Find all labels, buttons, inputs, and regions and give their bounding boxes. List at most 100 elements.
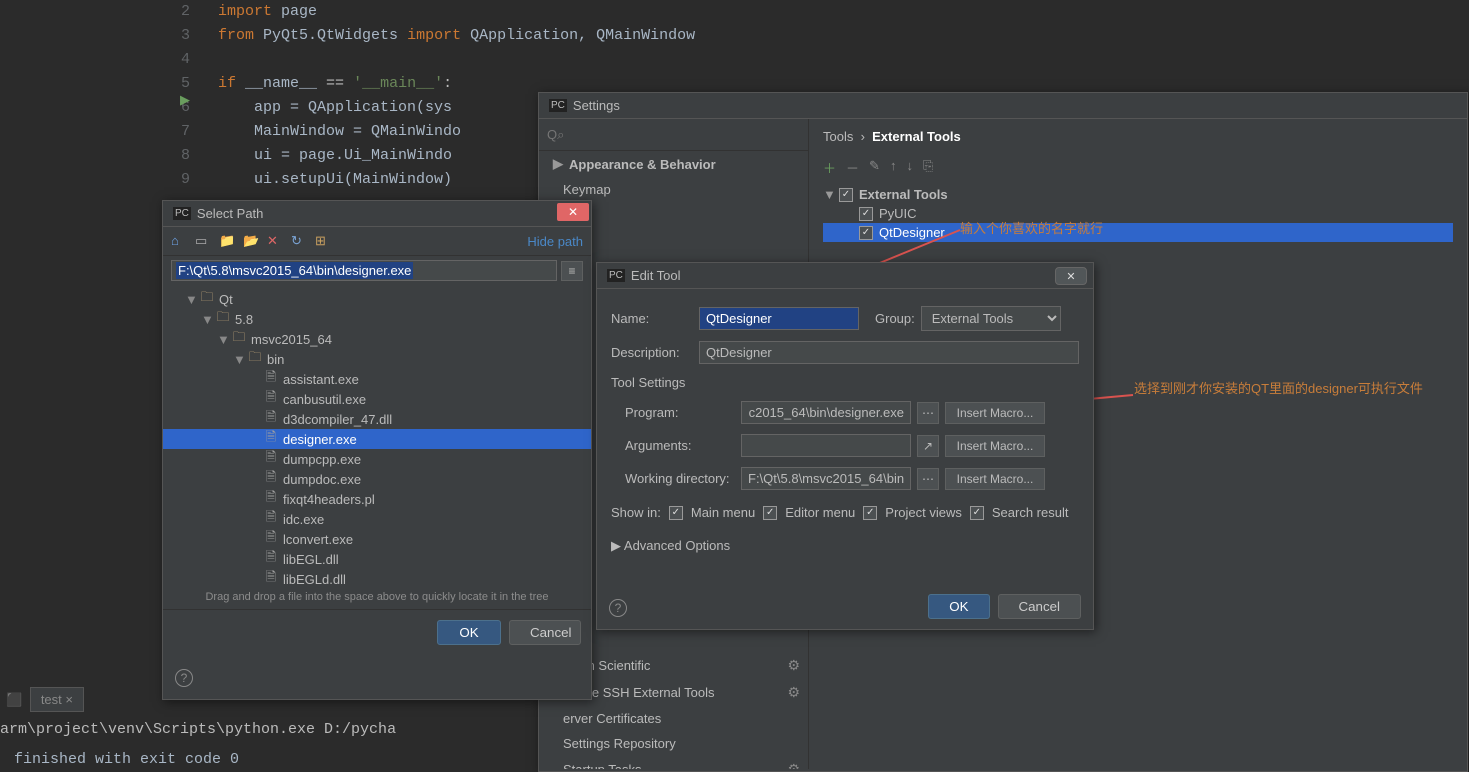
file-item[interactable]: 🗎designer.exe <box>163 429 591 449</box>
cancel-button[interactable]: Cancel <box>998 594 1082 619</box>
history-icon[interactable]: ≡ <box>561 261 583 281</box>
browse-wd-button[interactable]: ⋯ <box>917 468 939 490</box>
file-item[interactable]: 🗎libEGLd.dll <box>163 569 591 585</box>
close-icon[interactable]: ✕ <box>557 203 589 221</box>
show-hidden-icon[interactable]: ⊞ <box>315 233 331 249</box>
macro-button-2[interactable]: Insert Macro... <box>945 435 1045 457</box>
terminal-output-2: finished with exit code 0 <box>14 751 239 768</box>
folder-icon: 🗀 <box>247 351 263 367</box>
arguments-input[interactable] <box>741 434 911 457</box>
description-input[interactable] <box>699 341 1079 364</box>
drop-hint: Drag and drop a file into the space abov… <box>163 585 591 610</box>
nav-appearance[interactable]: ▶Appearance & Behavior <box>539 151 808 177</box>
description-label: Description: <box>611 345 693 360</box>
nav-settings-repo[interactable]: Settings Repository <box>539 731 808 756</box>
tab-test[interactable]: test × <box>30 687 84 712</box>
delete-icon[interactable]: ✕ <box>267 233 283 249</box>
home-icon[interactable]: ⌂ <box>171 233 187 249</box>
checkbox-icon[interactable]: ✓ <box>970 506 984 520</box>
working-dir-label: Working directory: <box>625 471 735 486</box>
refresh-icon[interactable]: ↻ <box>291 233 307 249</box>
macro-button-3[interactable]: Insert Macro... <box>945 468 1045 490</box>
checkbox-icon[interactable]: ✓ <box>863 506 877 520</box>
hide-path-link[interactable]: Hide path <box>527 234 583 249</box>
help-icon[interactable]: ? <box>175 669 193 687</box>
file-item[interactable]: 🗎dumpcpp.exe <box>163 449 591 469</box>
file-item[interactable]: 🗎libEGL.dll <box>163 549 591 569</box>
group-label: Group: <box>875 311 915 326</box>
checkbox-icon[interactable]: ✓ <box>669 506 683 520</box>
folder-item[interactable]: ▼🗀bin <box>163 349 591 369</box>
file-item[interactable]: 🗎assistant.exe <box>163 369 591 389</box>
run-gutter-icon[interactable]: ▶ <box>180 92 190 108</box>
file-icon: 🗎 <box>263 431 279 447</box>
gear-icon: ⚙ <box>787 761 800 769</box>
file-icon: 🗎 <box>263 531 279 547</box>
file-icon: 🗎 <box>263 411 279 427</box>
select-path-dialog: PC Select Path ✕ ⌂ ▭ 📁 📂 ✕ ↻ ⊞ Hide path… <box>162 200 592 700</box>
up-button[interactable]: ↑ <box>890 158 897 177</box>
file-item[interactable]: 🗎dumpdoc.exe <box>163 469 591 489</box>
edit-tool-button[interactable]: ✎ <box>869 158 880 177</box>
ok-button[interactable]: OK <box>437 620 501 645</box>
folder-icon: 🗀 <box>231 331 247 347</box>
name-input[interactable] <box>699 307 859 330</box>
file-item[interactable]: 🗎d3dcompiler_47.dll <box>163 409 591 429</box>
file-item[interactable]: 🗎idc.exe <box>163 509 591 529</box>
help-icon[interactable]: ? <box>609 599 627 617</box>
add-tool-button[interactable]: ＋ <box>823 158 836 177</box>
checkbox-icon[interactable]: ✓ <box>763 506 777 520</box>
folder-item[interactable]: ▼🗀Qt <box>163 289 591 309</box>
file-icon: 🗎 <box>263 371 279 387</box>
down-button[interactable]: ↓ <box>906 158 913 177</box>
folder-item[interactable]: ▼🗀5.8 <box>163 309 591 329</box>
folder-icon: 🗀 <box>215 311 231 327</box>
checkbox-icon[interactable]: ✓ <box>859 226 873 240</box>
path-input-wrap[interactable]: F:\Qt\5.8\msvc2015_64\bin\designer.exe ≡ <box>171 260 583 281</box>
terminal-output-1: arm\project\venv\Scripts\python.exe D:/p… <box>0 721 396 738</box>
path-toolbar: ⌂ ▭ 📁 📂 ✕ ↻ ⊞ Hide path <box>163 227 591 256</box>
gear-icon: ⚙ <box>787 657 800 674</box>
desktop-icon[interactable]: ▭ <box>195 233 211 249</box>
checkbox-icon[interactable]: ✓ <box>839 188 853 202</box>
edit-tool-title-bar: PC Edit Tool ✕ <box>597 263 1093 289</box>
name-label: Name: <box>611 311 693 326</box>
checkbox-icon[interactable]: ✓ <box>859 207 873 221</box>
gear-icon: ⚙ <box>787 684 800 701</box>
nav-server-certs[interactable]: erver Certificates <box>539 706 808 731</box>
cancel-button[interactable]: Cancel <box>509 620 581 645</box>
close-icon[interactable]: ✕ <box>1055 267 1087 285</box>
group-select[interactable]: External Tools <box>921 306 1061 331</box>
remove-tool-button[interactable]: － <box>846 158 859 177</box>
file-tree: ▼🗀Qt▼🗀5.8▼🗀msvc2015_64▼🗀bin🗎assistant.ex… <box>163 285 591 585</box>
external-tools-group[interactable]: ▼ ✓ External Tools <box>823 185 1453 204</box>
file-icon: 🗎 <box>263 571 279 585</box>
program-label: Program: <box>625 405 735 420</box>
file-item[interactable]: 🗎canbusutil.exe <box>163 389 591 409</box>
copy-tool-button[interactable]: ⎘ <box>923 158 933 177</box>
folder-item[interactable]: ▼🗀msvc2015_64 <box>163 329 591 349</box>
tool-qtdesigner[interactable]: ✓ QtDesigner <box>823 223 1453 242</box>
arguments-label: Arguments: <box>625 438 735 453</box>
project-icon[interactable]: 📁 <box>219 233 235 249</box>
folder-icon: 🗀 <box>199 291 215 307</box>
tool-pyuic[interactable]: ✓ PyUIC <box>823 204 1453 223</box>
browse-program-button[interactable]: ⋯ <box>917 402 939 424</box>
file-icon: 🗎 <box>263 471 279 487</box>
file-item[interactable]: 🗎fixqt4headers.pl <box>163 489 591 509</box>
file-icon: 🗎 <box>263 491 279 507</box>
tool-settings-section: Tool Settings <box>597 369 1093 396</box>
file-item[interactable]: 🗎lconvert.exe <box>163 529 591 549</box>
working-dir-input[interactable] <box>741 467 911 490</box>
file-icon: 🗎 <box>263 451 279 467</box>
nav-startup-tasks[interactable]: Startup Tasks⚙ <box>539 756 808 769</box>
new-folder-icon[interactable]: 📂 <box>243 233 259 249</box>
advanced-options[interactable]: ▶ Advanced Options <box>597 530 1093 562</box>
settings-search[interactable] <box>539 119 808 151</box>
nav-keymap[interactable]: Keymap <box>539 177 808 202</box>
program-input[interactable] <box>741 401 911 424</box>
file-icon: 🗎 <box>263 511 279 527</box>
ok-button[interactable]: OK <box>928 594 989 619</box>
expand-args-button[interactable]: ↗ <box>917 435 939 457</box>
macro-button-1[interactable]: Insert Macro... <box>945 402 1045 424</box>
